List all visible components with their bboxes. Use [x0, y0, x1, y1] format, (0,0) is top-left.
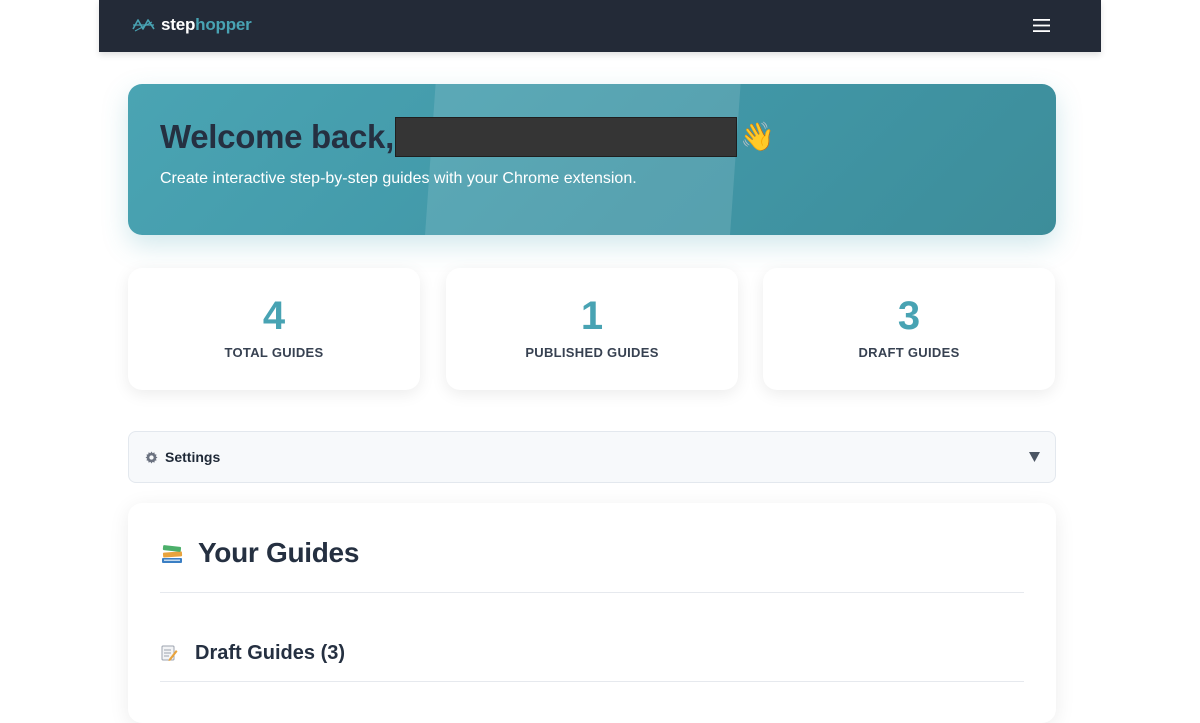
- banner-highlight: [423, 84, 742, 235]
- brand-logo[interactable]: stephopper: [132, 14, 252, 36]
- brand-name-hopper: hopper: [195, 15, 252, 34]
- waving-hand-icon: 👋: [739, 121, 775, 152]
- redacted-username: [394, 117, 737, 157]
- stat-card-published: 1 PUBLISHED GUIDES: [446, 268, 738, 390]
- stat-label: TOTAL GUIDES: [224, 345, 324, 360]
- memo-icon: [161, 645, 178, 661]
- section-divider: [160, 592, 1024, 593]
- caret-down-icon[interactable]: [1027, 450, 1041, 464]
- welcome-text: Welcome back,: [160, 118, 394, 155]
- brand-name: stephopper: [161, 15, 252, 35]
- guides-panel: Your Guides Draft Guides (3): [128, 503, 1056, 723]
- welcome-subtitle: Create interactive step-by-step guides w…: [160, 170, 637, 187]
- brand-name-step: step: [161, 15, 196, 34]
- stat-card-draft: 3 DRAFT GUIDES: [763, 268, 1055, 390]
- stat-value: 3: [897, 294, 921, 338]
- guides-heading: Your Guides: [160, 536, 359, 570]
- welcome-title: Welcome back, 👋: [160, 116, 775, 158]
- stat-value: 1: [580, 294, 604, 338]
- page: stephopper Welcome back, 👋 Create interac…: [99, 0, 1101, 723]
- gear-icon: [144, 450, 159, 465]
- stat-card-total: 4 TOTAL GUIDES: [128, 268, 420, 390]
- stat-label: PUBLISHED GUIDES: [525, 345, 659, 360]
- settings-toggle[interactable]: Settings: [128, 431, 1056, 483]
- settings-label: Settings: [165, 449, 221, 465]
- draft-guides-heading: Draft Guides (3): [160, 641, 345, 665]
- stat-value: 4: [262, 294, 286, 338]
- section-divider: [160, 681, 1024, 682]
- hamburger-menu-button[interactable]: [1029, 14, 1053, 36]
- draft-guides-title: Draft Guides (3): [195, 641, 346, 664]
- welcome-banner: Welcome back, 👋 Create interactive step-b…: [128, 84, 1056, 235]
- top-navbar: stephopper: [99, 0, 1101, 52]
- guides-title: Your Guides: [198, 537, 360, 568]
- stephopper-logo-icon: [132, 19, 155, 32]
- books-icon: [162, 544, 183, 563]
- hamburger-menu-icon: [1032, 18, 1050, 32]
- stat-label: DRAFT GUIDES: [858, 345, 960, 360]
